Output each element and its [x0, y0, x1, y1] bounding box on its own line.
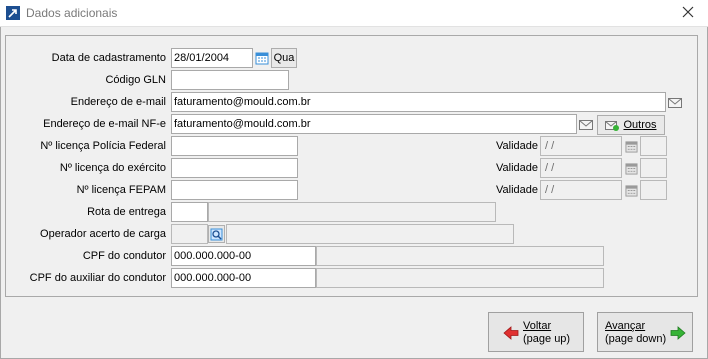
data-cadastramento-field[interactable]: 28/01/2004	[171, 48, 253, 68]
avancar-shortcut: (page down)	[605, 333, 667, 345]
licenca-fepam-label: Nº licença FEPAM	[76, 184, 166, 196]
codigo-gln-field[interactable]	[171, 70, 289, 90]
calendar-disabled-icon	[623, 159, 639, 177]
rota-entrega-code-field[interactable]	[171, 202, 208, 222]
voltar-shortcut: (page up)	[523, 333, 571, 345]
rota-entrega-description	[208, 202, 496, 222]
outros-button[interactable]: Outros	[597, 115, 665, 135]
forward-arrow-icon	[670, 326, 686, 340]
envelope-icon[interactable]	[667, 93, 683, 111]
operador-carga-code-field	[171, 224, 208, 244]
email-nfe-label: Endereço de e-mail NF-e	[43, 118, 166, 130]
rota-entrega-label: Rota de entrega	[87, 206, 166, 218]
validade-pf-weekday	[640, 136, 667, 156]
licenca-fepam-field[interactable]	[171, 180, 298, 200]
outros-label: Outros	[623, 119, 657, 131]
calendar-icon[interactable]	[254, 49, 270, 67]
operador-carga-label: Operador acerto de carga	[40, 228, 166, 240]
email-label: Endereço de e-mail	[70, 96, 166, 108]
cpf-condutor-field[interactable]: 000.000.000-00	[171, 246, 316, 266]
operador-carga-description	[226, 224, 514, 244]
search-icon[interactable]	[208, 225, 225, 243]
envelope-nfe-icon[interactable]	[578, 115, 594, 133]
validade-fepam-label: Validade	[496, 184, 538, 196]
licenca-pf-field[interactable]	[171, 136, 298, 156]
envelope-add-icon	[605, 121, 620, 131]
close-icon[interactable]	[680, 4, 696, 20]
validade-fepam-weekday	[640, 180, 667, 200]
weekday-display: Qua	[271, 48, 297, 68]
email-nfe-field[interactable]: faturamento@mould.com.br	[171, 114, 577, 134]
validade-fepam-field: / /	[540, 180, 622, 200]
cpf-condutor-label: CPF do condutor	[82, 250, 166, 262]
licenca-pf-label: Nº licença Polícia Federal	[40, 140, 166, 152]
validade-pf-label: Validade	[496, 140, 538, 152]
window-title: Dados adicionais	[26, 6, 118, 20]
voltar-button[interactable]: Voltar (page up)	[488, 312, 584, 352]
validade-exercito-label: Validade	[496, 162, 538, 174]
validade-exercito-field: / /	[540, 158, 622, 178]
email-field[interactable]: faturamento@mould.com.br	[171, 92, 666, 112]
cpf-condutor-name	[316, 246, 604, 266]
calendar-disabled-icon	[623, 137, 639, 155]
licenca-exercito-field[interactable]	[171, 158, 298, 178]
licenca-exercito-label: Nº licença do exército	[59, 162, 166, 174]
voltar-label: Voltar	[523, 320, 552, 332]
data-cadastramento-label: Data de cadastramento	[51, 52, 166, 64]
avancar-button[interactable]: Avançar (page down)	[597, 312, 693, 352]
validade-pf-field: / /	[540, 136, 622, 156]
avancar-label: Avançar	[605, 320, 646, 332]
calendar-disabled-icon	[623, 181, 639, 199]
app-arrow-icon	[6, 6, 20, 20]
cpf-auxiliar-name	[316, 268, 604, 288]
codigo-gln-label: Código GLN	[105, 74, 166, 86]
validade-exercito-weekday	[640, 158, 667, 178]
cpf-auxiliar-field[interactable]: 000.000.000-00	[171, 268, 316, 288]
cpf-auxiliar-label: CPF do auxiliar do condutor	[29, 272, 166, 284]
back-arrow-icon	[503, 326, 519, 340]
